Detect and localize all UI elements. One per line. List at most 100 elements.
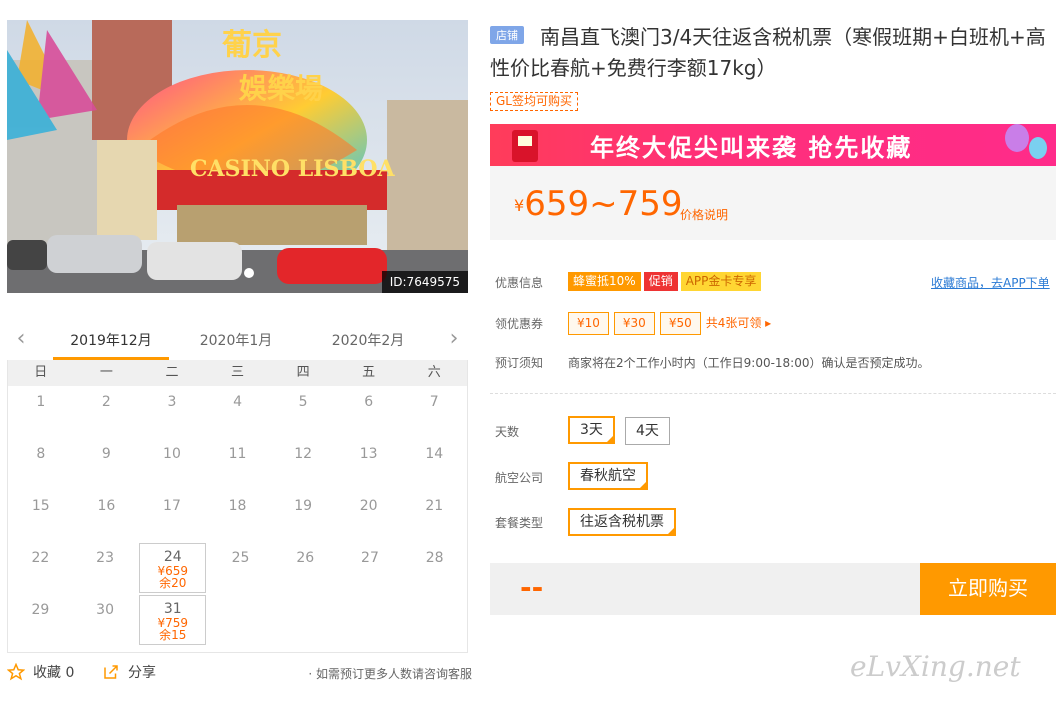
- day-number: 4: [233, 394, 242, 410]
- day-number: 30: [96, 602, 114, 618]
- badge-app-gold: APP金卡专享: [680, 272, 762, 291]
- day-number: 8: [36, 446, 46, 462]
- favorite-label: 收藏 0: [33, 665, 75, 681]
- banner-text: 年终大促尖叫来袭 抢先收藏: [590, 134, 913, 162]
- calendar-day: 21: [401, 490, 467, 542]
- calendar-day: 28: [402, 542, 467, 594]
- promo-banner[interactable]: 年终大促尖叫来袭 抢先收藏: [490, 124, 1056, 166]
- day-number: 28: [425, 550, 444, 566]
- fav-app-link[interactable]: 收藏商品，去APP下单: [931, 274, 1050, 291]
- day-option-3[interactable]: 3天: [568, 416, 615, 444]
- price-value: 659~759: [524, 184, 683, 224]
- calendar-day: 12: [270, 438, 336, 490]
- day-number: 27: [361, 550, 379, 566]
- day-stock: 余20: [159, 576, 187, 590]
- calendar-weekday-header: 日 一 二 三 四 五 六: [8, 360, 467, 386]
- site-watermark: eLvXing.net: [850, 650, 1021, 683]
- calendar-grid: 日 一 二 三 四 五 六 1 2 3 4 5 6 7 8 9 10 11 12 13 14 15 16 17 1…: [7, 360, 468, 653]
- calendar-day: 19: [270, 490, 336, 542]
- tab-month-3[interactable]: 2020年2月: [318, 330, 418, 350]
- day-number: 20: [359, 498, 378, 514]
- prev-month-chevron-left-icon[interactable]: ‹: [11, 328, 31, 350]
- day-number: 29: [31, 602, 50, 618]
- carousel-dot[interactable]: [244, 268, 254, 278]
- calendar-day: [402, 594, 467, 646]
- selected-price: --: [520, 571, 544, 604]
- calendar-week-row: 8 9 10 11 12 13 14: [8, 438, 467, 490]
- weekday: 六: [427, 365, 441, 380]
- calendar-day: 23: [73, 542, 138, 594]
- next-month-chevron-right-icon[interactable]: ›: [444, 328, 464, 350]
- day-number: 6: [364, 394, 374, 410]
- product-title: 南昌直飞澳门3/4天往返含税机票（寒假班期+白班机+高性价比春航+免费行李额17…: [490, 25, 1046, 80]
- day-number: 10: [163, 446, 181, 462]
- sign-casino-text: CASINO LISBOA: [190, 156, 396, 182]
- divider: [490, 393, 1056, 394]
- calendar-day-available[interactable]: 31 ¥759 余15: [139, 595, 207, 645]
- day-number: 17: [163, 498, 181, 514]
- calendar-day: 1: [8, 386, 74, 438]
- weekday: 二: [165, 365, 179, 380]
- day-number: 12: [294, 446, 313, 462]
- share-label: 分享: [128, 665, 156, 681]
- tab-month-2[interactable]: 2020年1月: [186, 330, 286, 350]
- calendar-day: 14: [401, 438, 467, 490]
- gl-tag: GL签均可购买: [490, 92, 578, 111]
- consult-note: · 如需预订更多人数请咨询客服: [308, 667, 472, 681]
- airline-label: 航空公司: [495, 471, 544, 485]
- star-icon: [7, 663, 25, 681]
- day-number: 2: [101, 394, 111, 410]
- share-button[interactable]: 分享: [102, 662, 156, 682]
- calendar-day: 13: [336, 438, 402, 490]
- day-number: 19: [294, 498, 313, 514]
- day-stock: 余15: [159, 628, 187, 642]
- day-number: 5: [298, 394, 308, 410]
- tab-month-1[interactable]: 2019年12月: [53, 330, 169, 360]
- coupon-more-link[interactable]: 共4张可领 ▸: [706, 316, 771, 330]
- calendar-day: 22: [8, 542, 73, 594]
- casino-lisboa-image: 葡京 娛樂場 CASINO LISBOA: [7, 20, 468, 293]
- day-number: 3: [167, 394, 177, 410]
- left-bottom-bar: 收藏 0 分享 · 如需预订更多人数请咨询客服: [7, 662, 472, 684]
- package-label: 套餐类型: [495, 516, 544, 530]
- day-number: 21: [425, 498, 444, 514]
- calendar-day: 10: [139, 438, 205, 490]
- weekday: 三: [231, 365, 245, 380]
- calendar-day: 11: [205, 438, 271, 490]
- price-note-link[interactable]: 价格说明: [680, 206, 728, 223]
- coupon-30[interactable]: ¥30: [613, 312, 655, 335]
- day-number: 22: [31, 550, 50, 566]
- coupon-50[interactable]: ¥50: [659, 312, 701, 335]
- buy-now-button[interactable]: 立即购买: [920, 563, 1056, 615]
- calendar-day: 8: [8, 438, 74, 490]
- day-number: 7: [429, 394, 439, 410]
- package-option[interactable]: 往返含税机票: [568, 508, 676, 536]
- calendar-day-available[interactable]: 24 ¥659 余20: [139, 543, 207, 593]
- day-number: 18: [228, 498, 247, 514]
- calendar-day: [273, 594, 338, 646]
- calendar-day: 5: [270, 386, 336, 438]
- product-photo[interactable]: 葡京 娛樂場 CASINO LISBOA ID:7649575: [7, 20, 468, 293]
- notice-text: 商家将在2个工作小时内（工作日9:00-18:00）确认是否预定成功。: [568, 356, 930, 370]
- coupon-10[interactable]: ¥10: [568, 312, 609, 335]
- days-label: 天数: [495, 425, 520, 439]
- sign-mid-text: 娛樂場: [238, 72, 323, 105]
- calendar-day: 18: [205, 490, 271, 542]
- day-number: 14: [425, 446, 444, 462]
- calendar-body: 1 2 3 4 5 6 7 8 9 10 11 12 13 14 15 16 17 18 19 20 21 22 23 24 ¥…: [8, 386, 467, 646]
- day-option-4[interactable]: 4天: [625, 417, 670, 445]
- day-number: 9: [101, 446, 111, 462]
- calendar-day: 26: [273, 542, 338, 594]
- calendar-day: 17: [139, 490, 205, 542]
- buy-bar: -- 立即购买: [490, 563, 1056, 615]
- currency-symbol: ¥: [514, 196, 525, 215]
- weekday: 四: [296, 365, 310, 380]
- calendar-week-row: 15 16 17 18 19 20 21: [8, 490, 467, 542]
- airline-option[interactable]: 春秋航空: [568, 462, 648, 490]
- day-number: 25: [231, 550, 250, 566]
- badge-honey: 蜂蜜抵10%: [568, 272, 641, 291]
- favorite-button[interactable]: 收藏 0: [7, 662, 74, 682]
- weekday: 五: [362, 365, 376, 380]
- day-number: 1: [36, 394, 46, 410]
- day-number: 31: [163, 601, 182, 617]
